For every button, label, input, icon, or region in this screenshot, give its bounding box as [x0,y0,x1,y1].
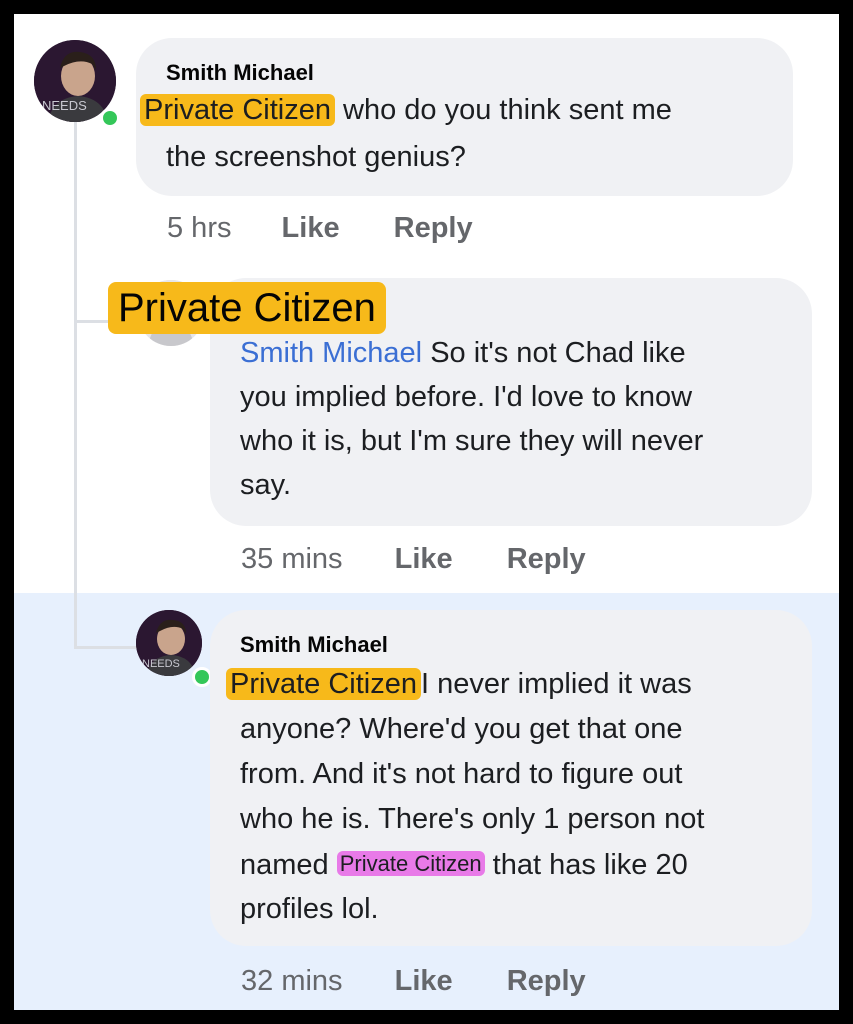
comment-bubble: Smith Michael Private Citizen who do you… [136,38,793,196]
comment-text-segment: named [240,849,329,881]
comment-text-line: named Private Citizen that has like 20 [240,846,688,883]
comment-text-line: the screenshot genius? [166,141,466,173]
like-button[interactable]: Like [395,543,453,575]
comment-text-line: say. [240,469,292,501]
tagged-name-highlight[interactable]: Private Citizen [140,94,335,126]
tagged-name-highlight[interactable]: Private Citizen [336,851,485,876]
tagged-name-highlight[interactable]: Private Citizen [226,668,421,700]
comment-bubble: Smith Michael Private Citizen I never imp… [210,610,812,946]
comment-actions: 35 mins Like Reply [241,543,586,576]
profile-photo-icon: NEEDS [136,610,202,676]
comment-author-highlight[interactable]: Private Citizen [108,282,386,334]
comment-author[interactable]: Smith Michael [166,60,314,86]
comment-timestamp[interactable]: 5 hrs [167,212,231,244]
comment-text-line: from. And it's not hard to figure out [240,758,683,790]
comment-text-line: Private Citizen I never implied it was [226,666,692,702]
comment-text-segment: I never implied it was [420,668,692,700]
mention-link[interactable]: Smith Michael [240,337,422,369]
comment-text-line: anyone? Where'd you get that one [240,713,683,745]
comment-text-segment: that has like 20 [492,849,688,881]
comment-text-line: Private Citizen who do you think sent me [140,92,672,128]
comment-text-line: profiles lol. [240,893,379,925]
comment-text-line: Smith Michael So it's not Chad like [240,335,686,371]
like-button[interactable]: Like [395,965,453,997]
thread-connector-vertical [74,122,77,648]
like-button[interactable]: Like [282,212,340,244]
reply-button[interactable]: Reply [394,212,473,244]
comment-text-line: you implied before. I'd love to know [240,381,693,413]
comment-text-segment: who do you think sent me [343,94,672,126]
avatar-overlay-text: NEEDS [142,658,180,670]
comment-timestamp[interactable]: 35 mins [241,543,343,575]
comment-actions: 5 hrs Like Reply [167,212,473,245]
online-status-icon [192,667,212,687]
comment-text-segment: So it's not Chad like [430,337,686,369]
comment-author[interactable]: Smith Michael [240,632,388,658]
comment-timestamp[interactable]: 32 mins [241,965,343,997]
reply-button[interactable]: Reply [507,543,586,575]
comment-actions: 32 mins Like Reply [241,965,586,998]
avatar[interactable]: NEEDS [136,610,202,676]
comment-text-line: who it is, but I'm sure they will never [240,425,704,457]
comment-thread: NEEDS Smith Michael Private Citizen who … [14,14,839,1010]
avatar-overlay-text: NEEDS [42,98,87,113]
reply-button[interactable]: Reply [507,965,586,997]
online-status-icon [100,108,120,128]
comment-text-line: who he is. There's only 1 person not [240,803,705,835]
thread-connector-branch-2 [74,646,142,649]
